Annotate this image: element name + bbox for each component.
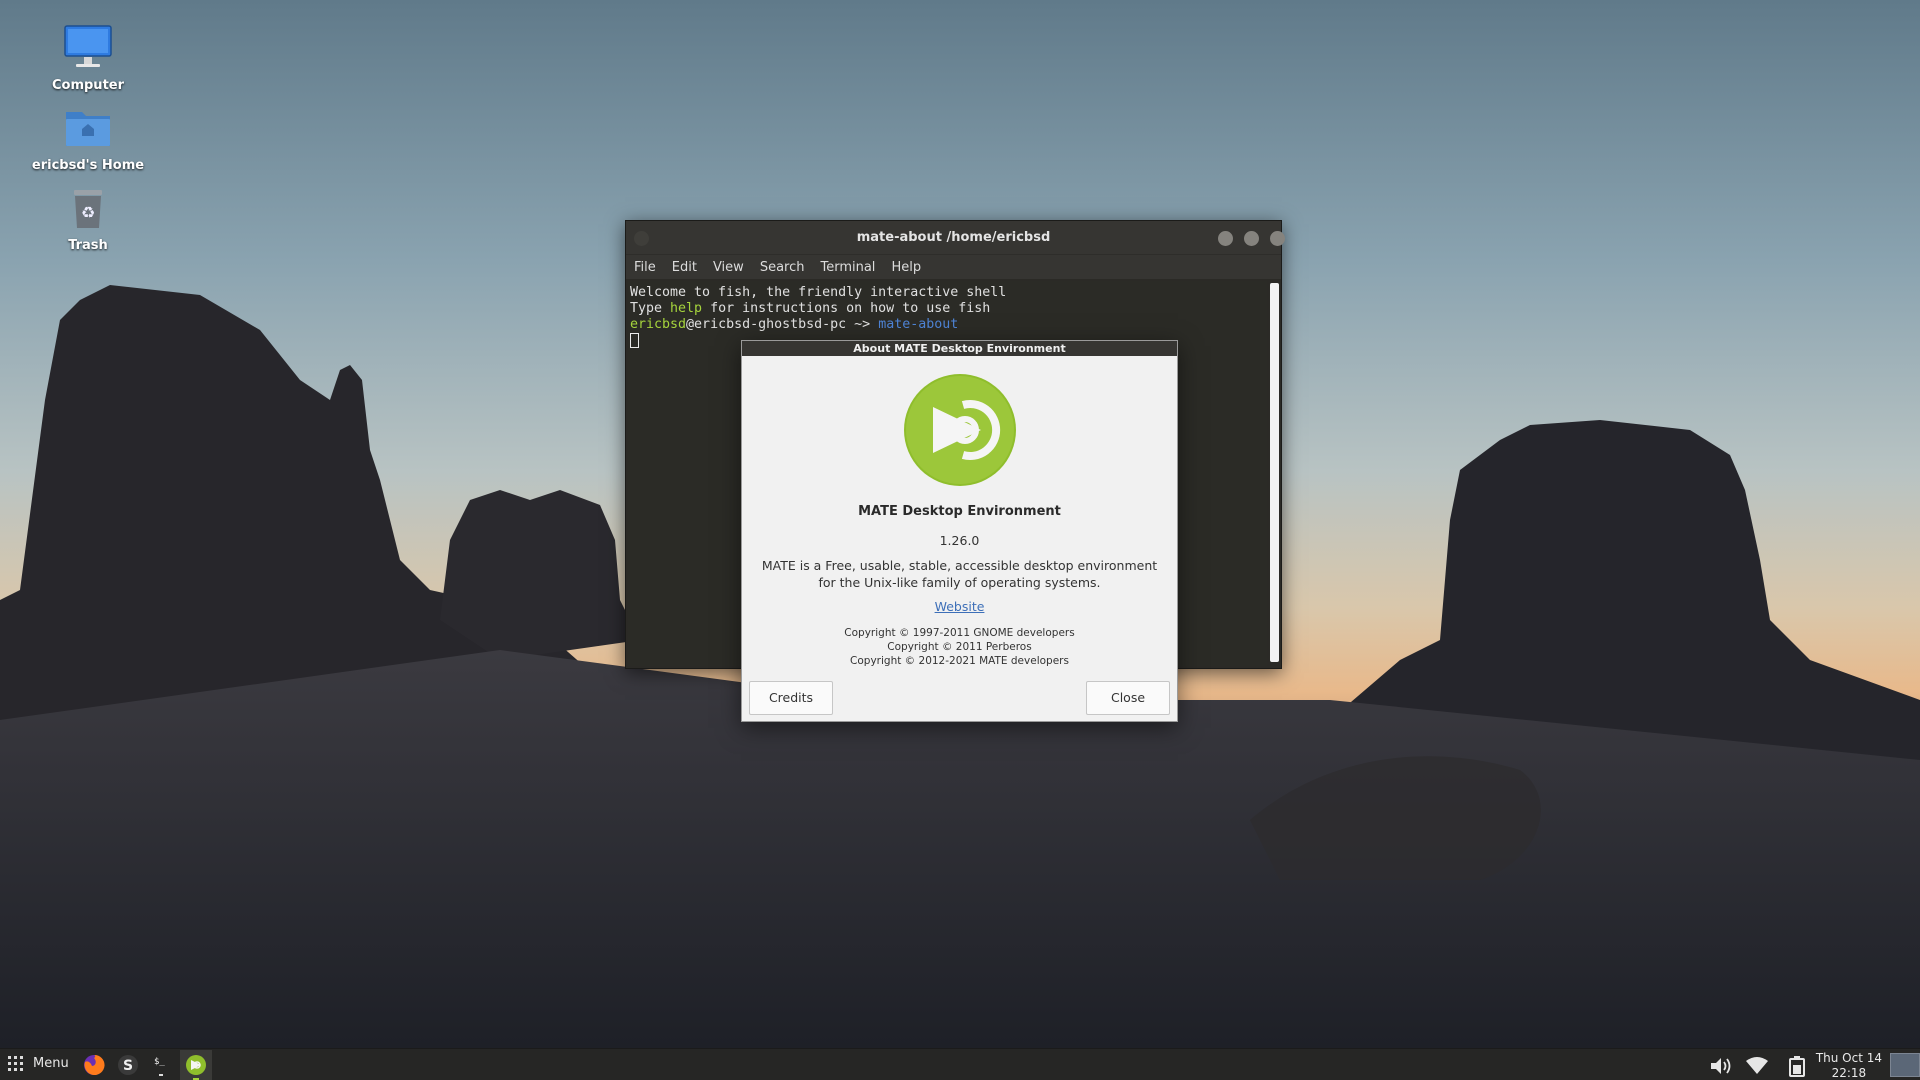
menu-terminal[interactable]: Terminal bbox=[820, 260, 875, 275]
copyright-block: Copyright © 1997-2011 GNOME developers C… bbox=[742, 626, 1177, 668]
show-desktop-button[interactable] bbox=[1890, 1053, 1920, 1077]
desktop-icon-label: Computer bbox=[51, 78, 125, 93]
home-folder-icon bbox=[66, 112, 110, 146]
desktop-icon-label: ericbsd's Home bbox=[31, 158, 145, 173]
terminal-menubar: File Edit View Search Terminal Help bbox=[626, 255, 1281, 279]
help-suffix: for instructions on how to use fish bbox=[702, 301, 991, 316]
svg-text:$_: $_ bbox=[154, 1057, 165, 1067]
app-version: 1.26.0 bbox=[939, 533, 980, 548]
terminal-line-welcome: Welcome to fish, the friendly interactiv… bbox=[630, 285, 1007, 300]
taskbar-active-app[interactable] bbox=[180, 1050, 212, 1080]
copyright-line: Copyright © 2011 Perberos bbox=[887, 641, 1032, 653]
about-dialog[interactable]: About MATE Desktop Environment MATE Desk… bbox=[741, 340, 1178, 722]
desktop-icon-home[interactable]: ericbsd's Home bbox=[28, 102, 148, 173]
menu-view[interactable]: View bbox=[713, 260, 744, 275]
software-station-icon[interactable]: S bbox=[117, 1054, 139, 1076]
terminal-prompt-line: ericbsd@ericbsd-ghostbsd-pc ~> mate-abou… bbox=[630, 317, 1267, 333]
computer-icon bbox=[64, 25, 112, 67]
window-title: mate-about /home/ericbsd bbox=[856, 230, 1051, 245]
mate-about-icon bbox=[186, 1055, 206, 1075]
terminal-icon[interactable]: $_ bbox=[150, 1054, 172, 1076]
svg-text:S: S bbox=[123, 1058, 133, 1074]
help-keyword: help bbox=[670, 301, 703, 316]
terminal-titlebar[interactable]: mate-about /home/ericbsd bbox=[626, 221, 1285, 255]
copyright-line: Copyright © 2012-2021 MATE developers bbox=[850, 655, 1069, 667]
battery-icon[interactable] bbox=[1785, 1055, 1811, 1077]
main-menu-button[interactable]: Menu bbox=[8, 1056, 69, 1071]
website-link[interactable]: Website bbox=[935, 599, 985, 614]
app-name: MATE Desktop Environment bbox=[858, 504, 1061, 519]
wifi-icon[interactable] bbox=[1744, 1055, 1770, 1077]
menu-label: Menu bbox=[33, 1056, 69, 1071]
desktop-icon-trash[interactable]: ♻ Trash bbox=[28, 182, 148, 253]
terminal-scrollbar[interactable] bbox=[1270, 283, 1279, 662]
help-prefix: Type bbox=[630, 301, 671, 316]
clock-date: Thu Oct 14 bbox=[1815, 1051, 1882, 1065]
clock[interactable]: Thu Oct 14 22:18 bbox=[1816, 1051, 1882, 1080]
terminal-cursor bbox=[630, 333, 639, 348]
clock-time: 22:18 bbox=[1831, 1066, 1867, 1080]
dialog-titlebar[interactable]: About MATE Desktop Environment bbox=[742, 341, 1177, 356]
menu-search[interactable]: Search bbox=[760, 260, 805, 275]
copyright-line: Copyright © 1997-2011 GNOME developers bbox=[844, 627, 1075, 639]
desktop-icon-computer[interactable]: Computer bbox=[28, 22, 148, 93]
svg-text:♻: ♻ bbox=[81, 203, 95, 222]
trash-icon: ♻ bbox=[74, 190, 102, 228]
menu-edit[interactable]: Edit bbox=[672, 260, 697, 275]
menu-file[interactable]: File bbox=[634, 260, 656, 275]
volume-icon[interactable] bbox=[1708, 1055, 1734, 1077]
app-grid-icon bbox=[8, 1056, 23, 1071]
menu-help[interactable]: Help bbox=[891, 260, 921, 275]
prompt-command: mate-about bbox=[878, 317, 959, 332]
dialog-content: MATE Desktop Environment 1.26.0 MATE is … bbox=[742, 356, 1177, 668]
maximize-icon[interactable] bbox=[1244, 231, 1259, 246]
prompt-host: @ericbsd-ghostbsd-pc ~> bbox=[686, 317, 879, 332]
firefox-icon[interactable] bbox=[83, 1054, 105, 1076]
close-button[interactable]: Close bbox=[1086, 681, 1170, 715]
taskbar: Menu S $_ Thu Oct 14 22:18 bbox=[0, 1048, 1920, 1080]
app-description: MATE is a Free, usable, stable, accessib… bbox=[761, 558, 1158, 590]
minimize-icon[interactable] bbox=[1218, 231, 1233, 246]
close-icon[interactable] bbox=[1270, 231, 1285, 246]
terminal-line-help: Type help for instructions on how to use… bbox=[630, 301, 1267, 317]
credits-button[interactable]: Credits bbox=[749, 681, 833, 715]
prompt-user: ericbsd bbox=[630, 317, 687, 332]
mate-logo-icon bbox=[903, 374, 1016, 486]
desktop-icon-label: Trash bbox=[68, 238, 108, 253]
